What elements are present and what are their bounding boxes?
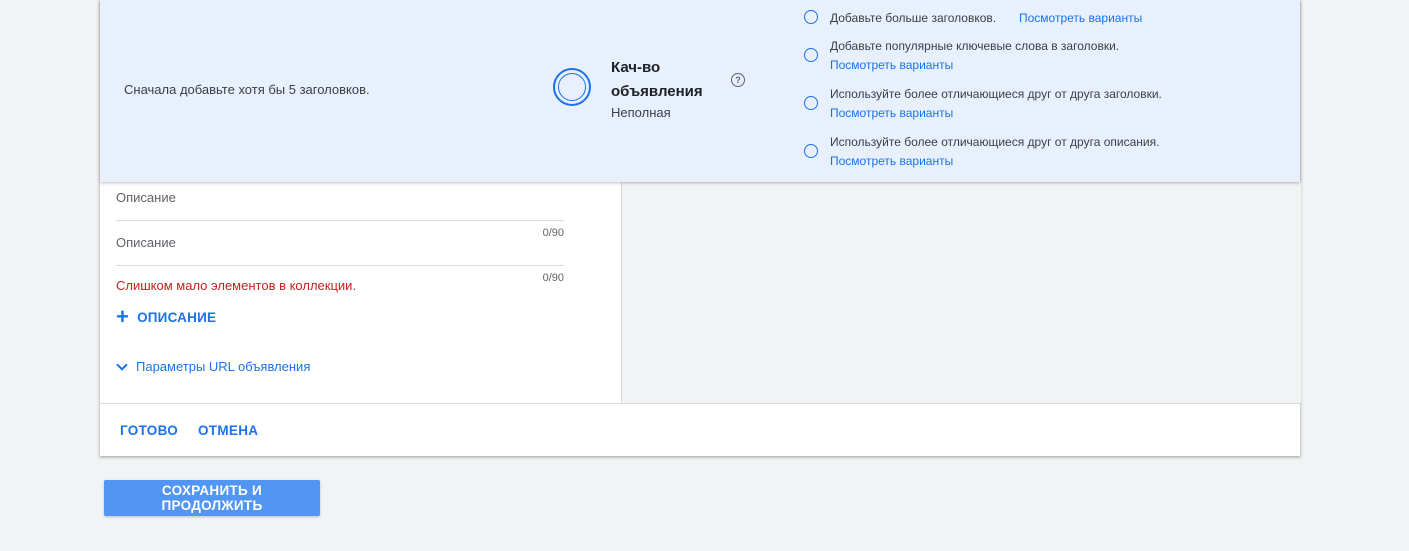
preview-panel	[621, 182, 1301, 403]
char-counter: 0/90	[542, 272, 564, 284]
suggestion-radio-icon[interactable]	[804, 144, 818, 158]
view-options-link[interactable]: Посмотреть варианты	[830, 58, 953, 72]
collection-error: Слишком мало элементов в коллекции.	[116, 278, 357, 293]
chevron-down-icon	[116, 358, 128, 371]
ad-strength-status: Неполная	[611, 105, 671, 120]
ad-strength-title: Кач-во объявления	[611, 59, 703, 100]
help-icon[interactable]: ?	[731, 73, 745, 87]
char-counter: 0/90	[542, 227, 564, 239]
suggestion-radio-icon[interactable]	[804, 10, 818, 24]
suggestion-text: Используйте более отличающиеся друг от д…	[830, 87, 1162, 101]
url-params-toggle[interactable]: Параметры URL объявления	[116, 358, 311, 374]
banner-hint: Сначала добавьте хотя бы 5 заголовков.	[124, 82, 370, 97]
suggestion-radio-icon[interactable]	[804, 48, 818, 62]
description-placeholder: Описание	[116, 235, 176, 250]
save-and-continue-button[interactable]: СОХРАНИТЬ И ПРОДОЛЖИТЬ	[104, 480, 320, 516]
field-underline	[116, 265, 564, 266]
ad-strength-banner: Сначала добавьте хотя бы 5 заголовков. К…	[100, 0, 1300, 182]
field-underline	[116, 220, 564, 221]
url-params-label: Параметры URL объявления	[136, 359, 311, 374]
add-description-label: ОПИСАНИЕ	[137, 309, 217, 325]
view-options-link[interactable]: Посмотреть варианты	[830, 106, 953, 120]
add-description-button[interactable]: + ОПИСАНИЕ	[116, 304, 217, 329]
view-options-link[interactable]: Посмотреть варианты	[1019, 11, 1142, 25]
suggestion-text: Используйте более отличающиеся друг от д…	[830, 135, 1160, 149]
description-placeholder: Описание	[116, 190, 176, 205]
done-button[interactable]: ГОТОВО	[120, 423, 178, 438]
ad-strength-ring-icon	[553, 68, 591, 106]
suggestion-text: Добавьте популярные ключевые слова в заг…	[830, 39, 1120, 53]
suggestion-radio-icon[interactable]	[804, 96, 818, 110]
description-form: Описание 0/90 Описание 0/90 Слишком мало…	[100, 182, 620, 403]
card-actions: ГОТОВО ОТМЕНА	[100, 403, 1300, 457]
cancel-button[interactable]: ОТМЕНА	[198, 423, 258, 438]
plus-icon: +	[116, 304, 130, 329]
view-options-link[interactable]: Посмотреть варианты	[830, 154, 953, 168]
suggestion-text: Добавьте больше заголовков.	[830, 11, 997, 25]
